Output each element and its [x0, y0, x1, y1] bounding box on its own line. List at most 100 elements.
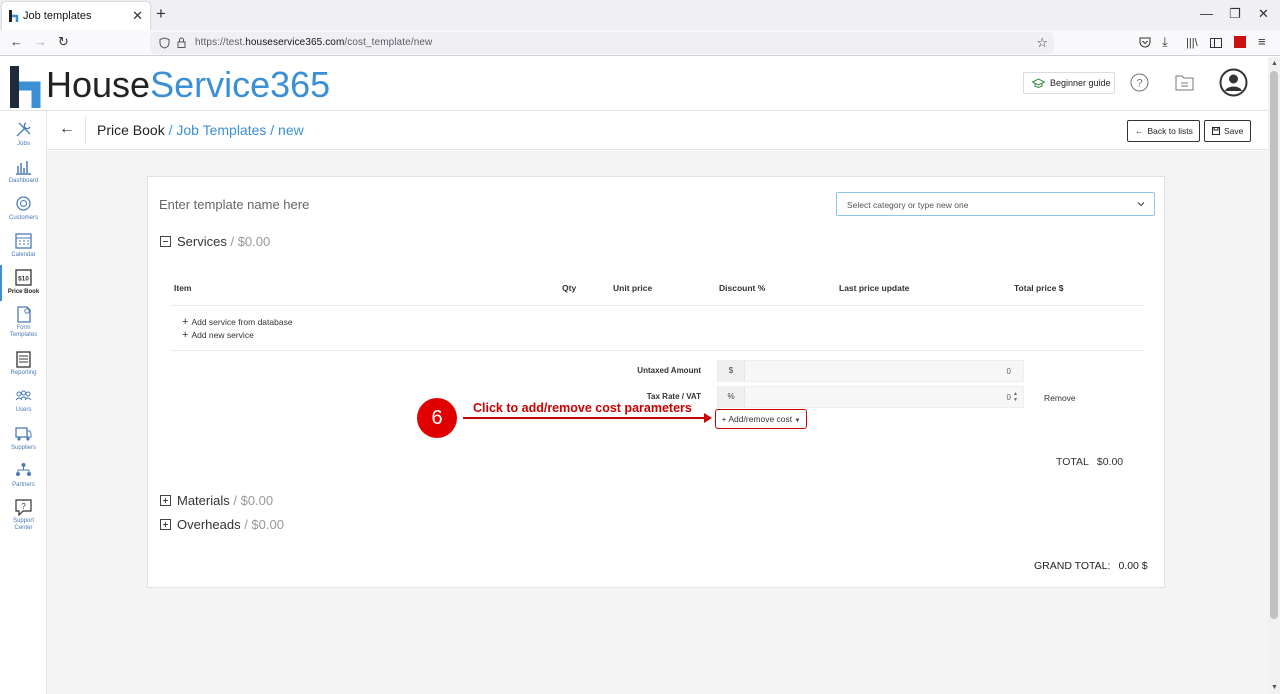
reload-icon[interactable]: ↻	[58, 35, 69, 49]
restore-icon[interactable]: ❐	[1229, 6, 1241, 22]
services-section-header[interactable]: Services / $0.00	[160, 234, 270, 249]
tax-rate-field[interactable]: % 0 ▲ ▼	[717, 386, 1024, 408]
support-icon: ?	[15, 499, 32, 516]
scroll-up-icon[interactable]: ▲	[1271, 60, 1278, 67]
save-button[interactable]: Save	[1204, 120, 1251, 142]
minimize-icon[interactable]: —	[1200, 6, 1213, 21]
plus-icon: +	[182, 329, 189, 341]
folder-icon[interactable]	[1175, 74, 1194, 91]
back-arrow-icon[interactable]: ←	[59, 120, 75, 138]
beginner-guide-button[interactable]: Beginner guide	[1023, 72, 1115, 94]
annotation-text: Click to add/remove cost parameters	[473, 401, 692, 415]
app-header: HouseService365 Beginner guide ?	[0, 57, 1268, 111]
add-remove-cost-button[interactable]: + Add/remove cost ▼	[715, 409, 807, 429]
materials-section-header[interactable]: Materials / $0.00	[160, 493, 273, 508]
form-icon	[17, 306, 31, 323]
sidebar-item-suppliers[interactable]: Suppliers	[0, 423, 47, 459]
lock-icon	[177, 37, 186, 48]
back-icon[interactable]: ←	[10, 35, 23, 49]
report-icon	[16, 351, 31, 368]
collapse-icon[interactable]	[160, 236, 171, 247]
forward-icon[interactable]: →	[34, 35, 47, 49]
scrollbar-thumb[interactable]	[1270, 71, 1278, 619]
tab-title: Job templates	[23, 10, 92, 22]
expand-icon[interactable]	[160, 519, 171, 530]
browser-navbar: ← → ↻ https://test.houseservice365.com/c…	[0, 30, 1280, 56]
breadcrumb-path[interactable]: / Job Templates / new	[165, 122, 304, 138]
svg-text:?: ?	[1136, 78, 1142, 90]
add-service-from-database-link[interactable]: + Add service from database	[182, 316, 293, 328]
users-icon	[15, 390, 32, 401]
category-select[interactable]: Select category or type new one	[836, 192, 1155, 216]
column-header-qty: Qty	[562, 283, 577, 293]
tools-icon	[16, 122, 31, 137]
browser-tab[interactable]: Job templates ✕	[2, 2, 150, 30]
back-to-lists-button[interactable]: ← Back to lists	[1127, 120, 1200, 142]
svg-text:?: ?	[21, 502, 26, 511]
chevron-down-icon	[1137, 202, 1145, 207]
sidebar-item-support-center[interactable]: ? Support Center	[0, 497, 47, 533]
column-header-last-price-update: Last price update	[839, 283, 910, 293]
download-icon[interactable]: ⤓	[1162, 35, 1168, 49]
calendar-icon	[15, 233, 32, 249]
services-total: TOTAL $0.00	[1056, 456, 1124, 468]
template-card: Enter template name here Select category…	[147, 176, 1165, 588]
sidebar: Jobs Dashboard Customers Calendar $10 Pr…	[0, 111, 47, 694]
column-header-total-price: Total price $	[1014, 283, 1064, 293]
divider	[85, 117, 86, 145]
logo-text: HouseService365	[46, 64, 331, 105]
partners-icon	[16, 463, 31, 476]
sidebar-item-price-book[interactable]: $10 Price Book	[0, 265, 47, 303]
remove-tax-link[interactable]: Remove	[1044, 393, 1076, 403]
breadcrumb: Price Book / Job Templates / new	[97, 122, 304, 138]
tax-rate-label: Tax Rate / VAT	[646, 392, 701, 401]
close-window-icon[interactable]: ✕	[1258, 6, 1269, 22]
sidebar-item-form-templates[interactable]: Form Templates	[0, 304, 47, 340]
favicon-icon	[9, 10, 19, 22]
caret-down-icon: ▼	[794, 418, 801, 424]
number-spinner-icon[interactable]: ▲ ▼	[1013, 391, 1020, 403]
sidebar-toggle-icon[interactable]	[1210, 38, 1222, 48]
add-new-service-link[interactable]: + Add new service	[182, 329, 254, 341]
annotation-arrow-line	[463, 417, 707, 419]
menu-icon[interactable]: ≡	[1258, 35, 1266, 49]
step-badge: 6	[417, 398, 457, 438]
help-icon[interactable]: ?	[1130, 73, 1149, 92]
sidebar-item-partners[interactable]: Partners	[0, 460, 47, 496]
template-name-input[interactable]: Enter template name here	[159, 197, 309, 212]
bar-chart-icon	[16, 161, 31, 175]
annotation-arrow-head-icon	[704, 413, 712, 423]
breadcrumb-bar: ← Price Book / Job Templates / new ← Back…	[47, 111, 1268, 150]
page-scrollbar[interactable]: ▲ ▼	[1268, 57, 1280, 694]
scroll-down-icon[interactable]: ▼	[1271, 684, 1278, 691]
overheads-section-header[interactable]: Overheads / $0.00	[160, 517, 284, 532]
sidebar-item-calendar[interactable]: Calendar	[0, 230, 47, 266]
new-tab-icon[interactable]: +	[156, 4, 166, 24]
url-text: https://test.houseservice365.com/cost_te…	[195, 37, 433, 48]
svg-text:$10: $10	[18, 276, 29, 283]
breadcrumb-root[interactable]: Price Book	[97, 122, 165, 138]
library-icon[interactable]: |||\	[1186, 36, 1198, 50]
arrow-left-icon: ←	[1135, 126, 1144, 136]
grand-total: GRAND TOTAL: 0.00 $	[1034, 560, 1148, 572]
column-header-discount: Discount %	[719, 283, 766, 293]
sidebar-item-dashboard[interactable]: Dashboard	[0, 156, 47, 192]
divider	[170, 350, 1143, 351]
expand-icon[interactable]	[160, 495, 171, 506]
pdf-extension-icon[interactable]	[1234, 36, 1246, 48]
untaxed-amount-field[interactable]: $ 0	[717, 360, 1024, 382]
customers-icon	[16, 196, 31, 211]
sidebar-item-customers[interactable]: Customers	[0, 193, 47, 229]
floppy-disk-icon	[1212, 127, 1220, 135]
bookmark-star-icon[interactable]: ☆	[1036, 35, 1048, 51]
logo-h-icon	[10, 66, 41, 108]
sidebar-item-jobs[interactable]: Jobs	[0, 119, 47, 155]
logo[interactable]: HouseService365	[6, 62, 336, 108]
plus-icon: +	[182, 316, 189, 328]
sidebar-item-reporting[interactable]: Reporting	[0, 349, 47, 385]
url-bar[interactable]: https://test.houseservice365.com/cost_te…	[150, 32, 1054, 54]
sidebar-item-users[interactable]: Users	[0, 386, 47, 422]
user-avatar-icon[interactable]	[1219, 68, 1248, 97]
close-tab-icon[interactable]: ✕	[132, 8, 143, 24]
pocket-icon[interactable]	[1139, 37, 1151, 48]
